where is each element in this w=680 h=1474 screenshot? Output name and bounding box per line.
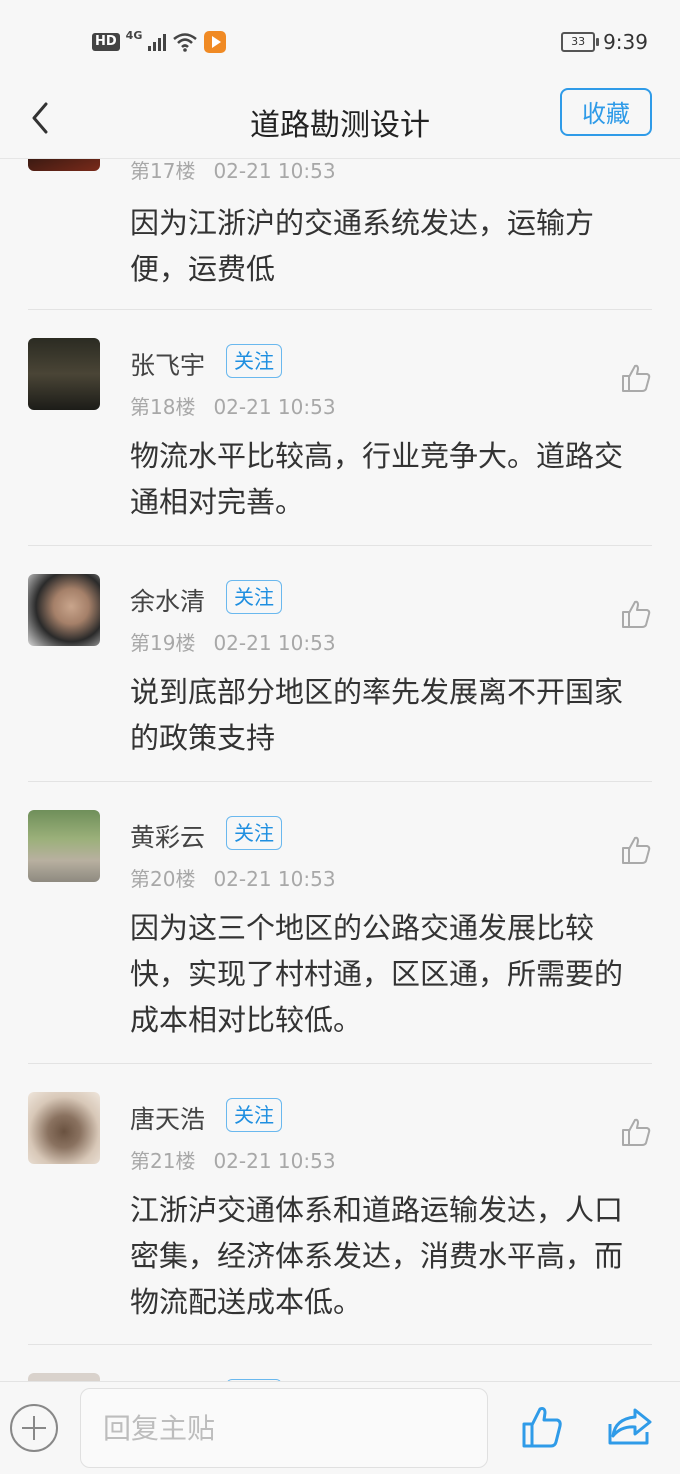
post-time: 02-21 10:53 — [213, 631, 336, 655]
app-notification-icon — [204, 31, 227, 53]
follow-button[interactable]: 关注 — [226, 816, 282, 850]
post-meta: 第17楼 02-21 10:53 — [130, 159, 336, 184]
follow-button[interactable]: 关注 — [226, 1098, 282, 1132]
post-meta: 第19楼 02-21 10:53 — [130, 627, 336, 656]
status-right: 33 9:39 — [561, 28, 648, 56]
floor-number: 第21楼 — [130, 1149, 196, 1173]
list-item: 唐天浩 关注 第21楼 02-21 10:53 江浙泸交通体系和道路运输发达，人口… — [0, 1064, 680, 1345]
plus-circle-icon[interactable] — [10, 1404, 58, 1452]
battery-icon: 33 — [561, 32, 600, 52]
avatar[interactable] — [28, 1373, 100, 1381]
floor-number: 第20楼 — [130, 867, 196, 891]
status-bar: HD 4G 33 9:39 — [0, 0, 680, 84]
follow-button[interactable]: 关注 — [226, 344, 282, 378]
post-content: 江浙泸交通体系和道路运输发达，人口密集，经济体系发达，消费水平高，而物流配送成本… — [130, 1193, 624, 1319]
status-left: HD 4G — [92, 28, 227, 56]
username[interactable]: 余水清 — [130, 582, 205, 618]
clock: 9:39 — [603, 30, 648, 54]
reply-list[interactable]: 第17楼 02-21 10:53 因为江浙沪的交通系统发达，运输方便，运费低 张飞… — [0, 159, 680, 1381]
floor-number: 第18楼 — [130, 395, 196, 419]
bottom-bar — [0, 1381, 680, 1474]
post-content: 物流水平比较高，行业竞争大。道路交通相对完善。 — [130, 439, 624, 519]
post-content: 说到底部分地区的率先发展离不开国家的政策支持 — [130, 675, 624, 755]
thumbs-up-icon[interactable] — [520, 1404, 564, 1450]
post-time: 02-21 10:53 — [213, 395, 336, 419]
list-item — [0, 1345, 680, 1381]
username[interactable]: 唐天浩 — [130, 1100, 205, 1136]
favorite-button[interactable]: 收藏 — [560, 88, 652, 136]
avatar[interactable] — [28, 159, 100, 171]
thumbs-up-icon[interactable] — [620, 598, 652, 630]
hd-icon: HD — [92, 33, 120, 51]
post-time: 02-21 10:53 — [213, 1149, 336, 1173]
follow-button[interactable]: 关注 — [226, 580, 282, 614]
username[interactable]: 张飞宇 — [130, 346, 205, 382]
share-icon[interactable] — [607, 1406, 653, 1446]
list-item: 张飞宇 关注 第18楼 02-21 10:53 物流水平比较高，行业竞争大。道路交… — [0, 310, 680, 546]
floor-number: 第19楼 — [130, 631, 196, 655]
avatar[interactable] — [28, 574, 100, 646]
reply-box[interactable] — [80, 1388, 488, 1468]
list-item: 黄彩云 关注 第20楼 02-21 10:53 因为这三个地区的公路交通发展比较快… — [0, 782, 680, 1064]
post-time: 02-21 10:53 — [213, 159, 336, 183]
post-meta: 第18楼 02-21 10:53 — [130, 391, 336, 420]
avatar[interactable] — [28, 810, 100, 882]
list-item: 余水清 关注 第19楼 02-21 10:53 说到底部分地区的率先发展离不开国家… — [0, 546, 680, 782]
post-meta: 第20楼 02-21 10:53 — [130, 863, 336, 892]
post-time: 02-21 10:53 — [213, 867, 336, 891]
reply-input[interactable] — [101, 1389, 475, 1467]
network-type: 4G — [125, 28, 143, 42]
avatar[interactable] — [28, 1092, 100, 1164]
post-meta: 第21楼 02-21 10:53 — [130, 1145, 336, 1174]
username[interactable]: 黄彩云 — [130, 818, 205, 854]
post-content: 因为这三个地区的公路交通发展比较快，实现了村村通，区区通，所需要的成本相对比较低… — [130, 911, 624, 1037]
list-item: 第17楼 02-21 10:53 因为江浙沪的交通系统发达，运输方便，运费低 — [0, 159, 680, 310]
nav-bar: 道路勘测设计 收藏 — [0, 84, 680, 159]
floor-number: 第17楼 — [130, 159, 196, 183]
avatar[interactable] — [28, 338, 100, 410]
thumbs-up-icon[interactable] — [620, 834, 652, 866]
thumbs-up-icon[interactable] — [620, 1116, 652, 1148]
signal-icon — [148, 33, 167, 51]
wifi-icon — [173, 33, 198, 52]
post-content: 因为江浙沪的交通系统发达，运输方便，运费低 — [130, 206, 595, 286]
thumbs-up-icon[interactable] — [620, 362, 652, 394]
